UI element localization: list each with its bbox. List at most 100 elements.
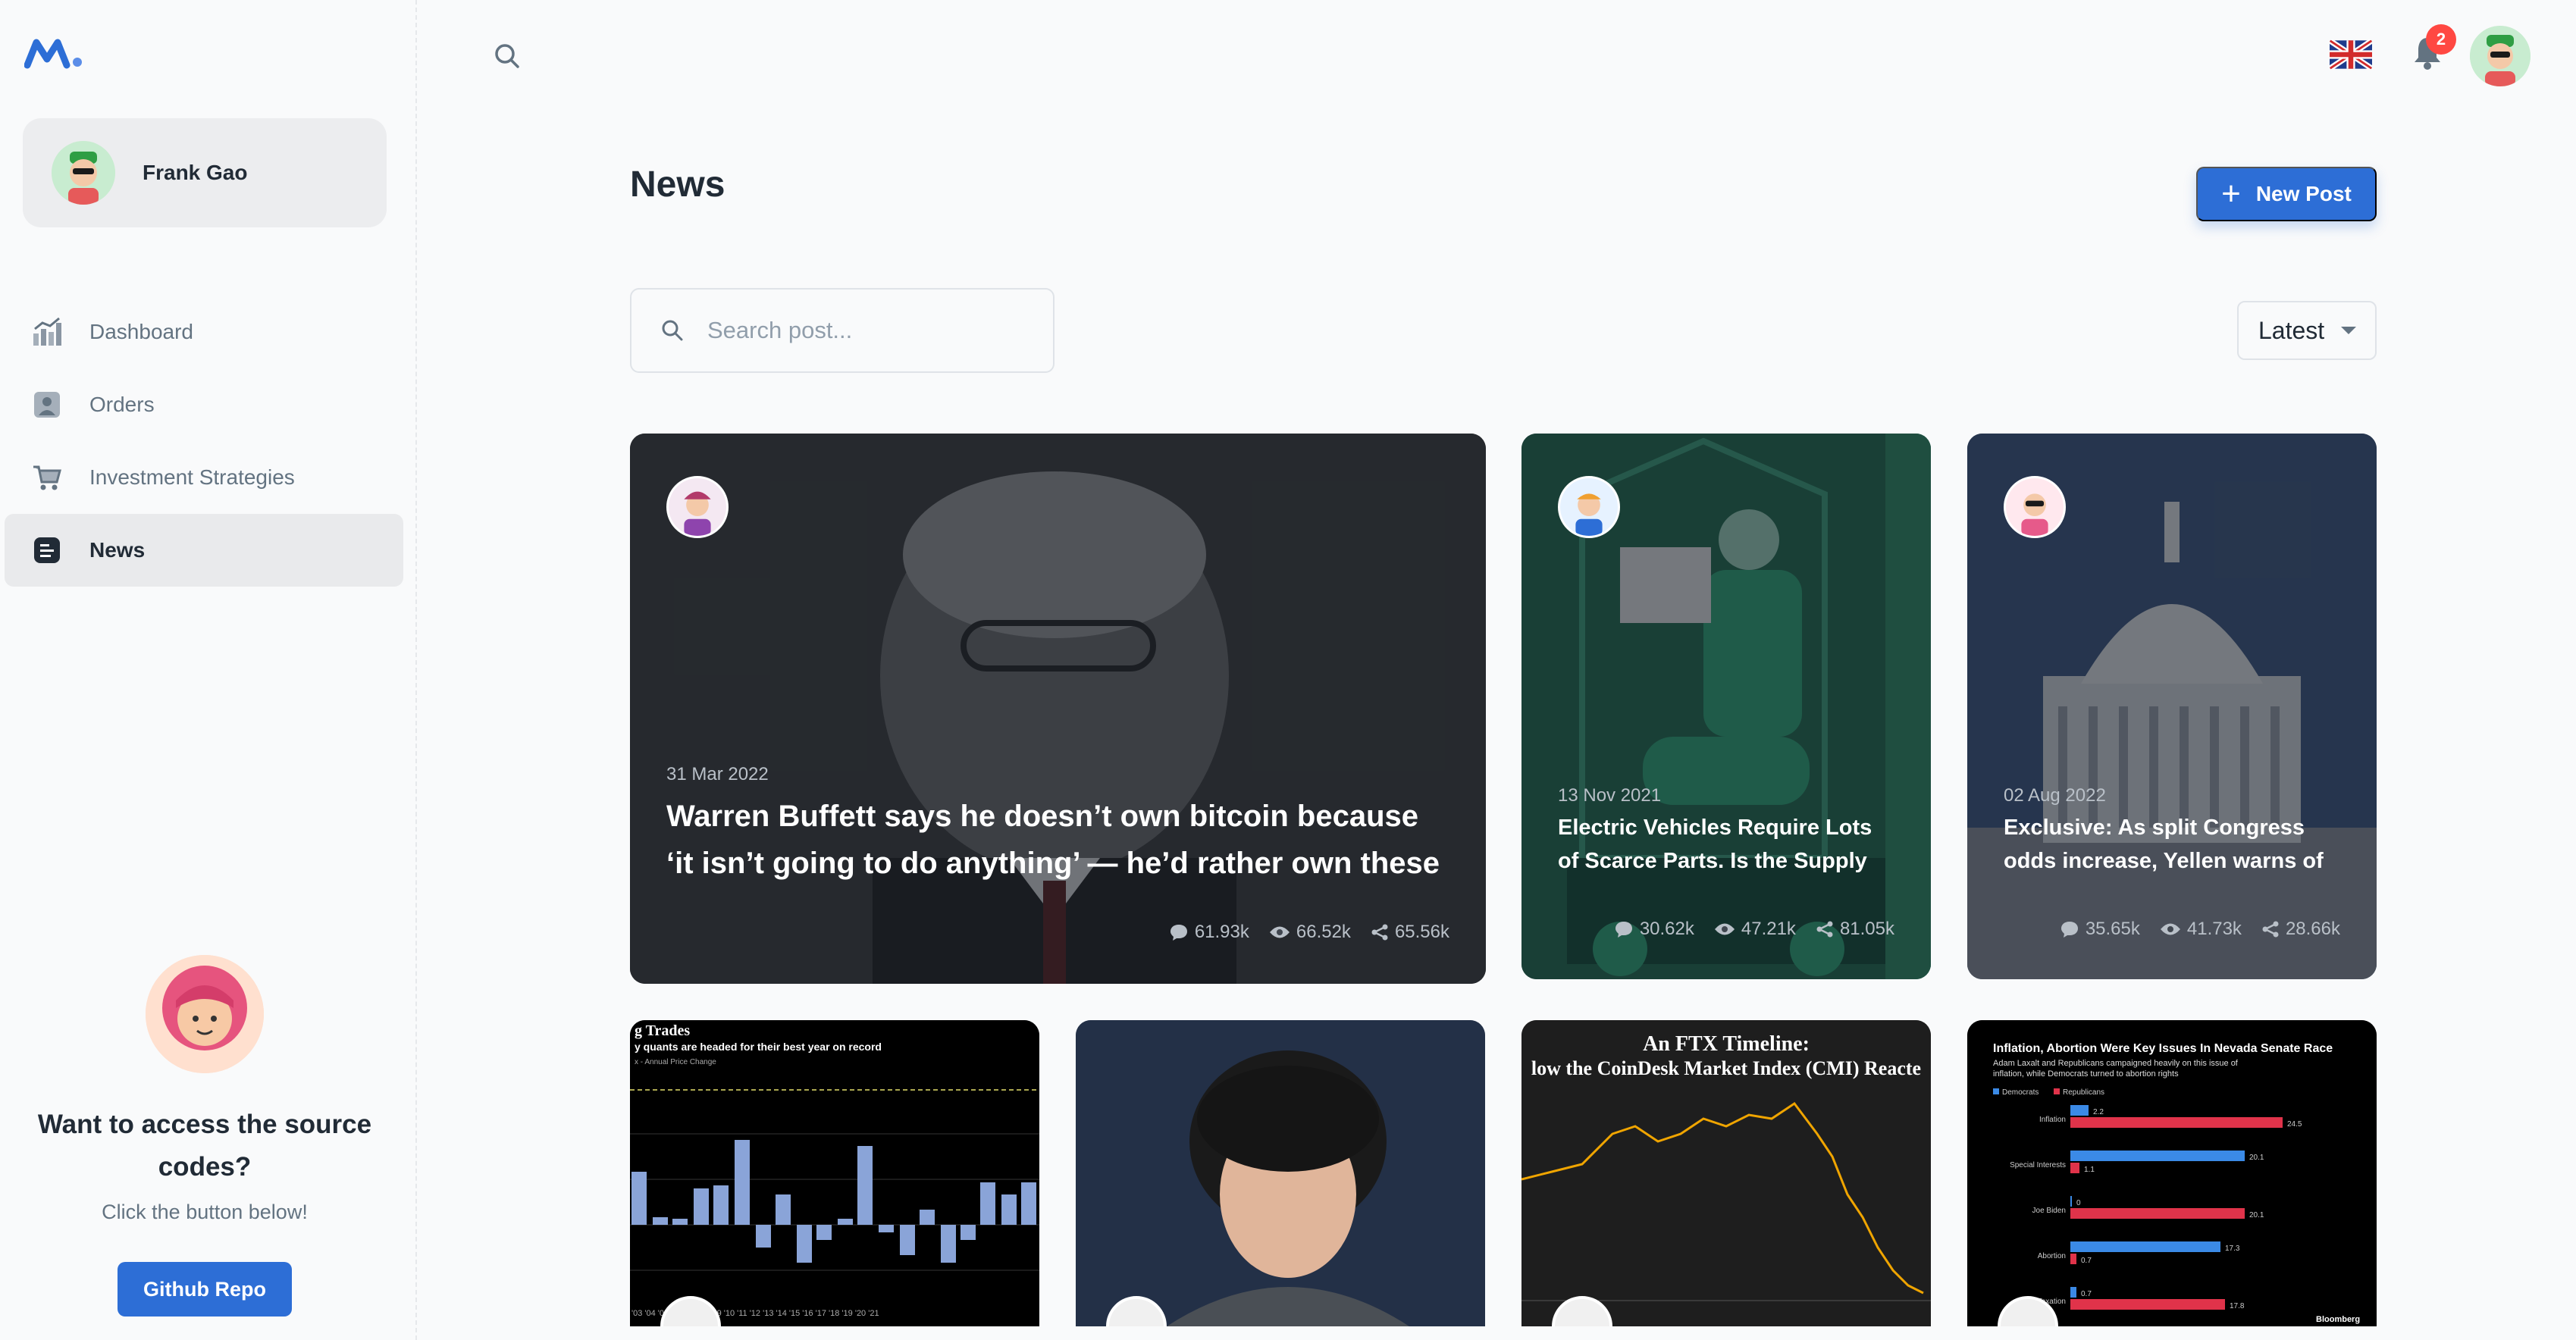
sidebar-item-label: Dashboard [89,320,193,343]
sidebar-item-label: News [89,538,146,562]
eye-icon [1714,923,1735,935]
svg-text:Adam Laxalt and Republicans ca: Adam Laxalt and Republicans campaigned h… [1993,1059,2239,1068]
news-icon [30,534,64,567]
account-card[interactable]: Frank Gao [23,118,387,227]
svg-text:low the CoinDesk Market Index: low the CoinDesk Market Index (CMI) Reac… [1531,1057,1921,1079]
sort-select[interactable]: Latest [2237,301,2377,360]
search-icon[interactable] [489,38,525,74]
search-icon [662,320,683,341]
post-date: 31 Mar 2022 [666,764,769,784]
svg-text:y quants are headed for their: y quants are headed for their best year … [635,1041,882,1053]
chevron-down-icon [2341,327,2357,334]
promo-section: Want to access the source codes? Click t… [0,946,409,1317]
svg-text:24.5: 24.5 [2287,1120,2302,1129]
post-date: 13 Nov 2021 [1558,785,1662,806]
github-repo-button[interactable]: Github Repo [118,1262,292,1317]
sidebar-item-label: Investment Strategies [89,465,295,489]
comments-stat: 30.62k [1614,919,1694,940]
post-card[interactable] [1076,1020,1485,1326]
post-date: 02 Aug 2022 [2004,785,2106,806]
sidebar-nav: Dashboard Orders Investment Strategies N… [5,296,403,587]
cart-icon [30,461,64,494]
sidebar: Frank Gao Dashboard Orders Investment St… [0,0,417,1340]
comment-icon [1615,922,1632,938]
post-stats: 61.93k 66.52k 65.56k [1169,922,1449,943]
post-card[interactable]: 02 Aug 2022 Exclusive: As split Congress… [1967,434,2377,979]
post-card-featured[interactable]: 31 Mar 2022 Warren Buffett says he doesn… [630,434,1486,984]
uk-flag-icon[interactable] [2330,39,2372,70]
share-icon [1816,921,1833,938]
shares-stat: 81.05k [1816,919,1894,940]
share-icon [1371,924,1388,941]
svg-text:20.1: 20.1 [2249,1211,2264,1219]
eye-icon [2160,923,2180,935]
sidebar-item-investment-strategies[interactable]: Investment Strategies [5,441,403,514]
views-stat: 47.21k [1714,919,1796,940]
post-card[interactable]: g Trades y quants are headed for their b… [630,1020,1039,1326]
post-stats: 30.62k 47.21k 81.05k [1614,919,1894,940]
search-box [630,288,1055,373]
account-name: Frank Gao [143,161,248,184]
comments-stat: 35.65k [2060,919,2140,940]
svg-text:17.3: 17.3 [2225,1245,2240,1253]
svg-text:Joe Biden: Joe Biden [2032,1207,2066,1215]
new-post-button[interactable]: + New Post [2196,167,2377,221]
svg-text:0.7: 0.7 [2081,1257,2092,1265]
chart-icon [30,315,64,349]
svg-text:inflation, while Democrats tur: inflation, while Democrats turned to abo… [1993,1069,2179,1079]
eye-icon [1269,926,1290,938]
svg-text:g Trades: g Trades [635,1022,690,1039]
comment-icon [2060,922,2078,938]
svg-text:Inflation, Abortion Were Key I: Inflation, Abortion Were Key Issues In N… [1993,1042,2333,1055]
plus-icon: + [2221,175,2241,212]
comments-stat: 61.93k [1169,922,1249,943]
user-icon [30,388,64,421]
post-card[interactable]: 13 Nov 2021 Electric Vehicles Require Lo… [1521,434,1931,979]
svg-text:Inflation: Inflation [2039,1116,2066,1124]
new-post-label: New Post [2255,182,2352,205]
svg-text:1.1: 1.1 [2084,1166,2095,1174]
sidebar-item-label: Orders [89,393,155,416]
page-title: News [630,164,725,205]
author-avatar [1558,476,1620,538]
svg-text:20.1: 20.1 [2249,1154,2264,1162]
sidebar-item-dashboard[interactable]: Dashboard [5,296,403,368]
post-title[interactable]: Warren Buffett says he doesn’t own bitco… [666,793,1449,887]
app-logo[interactable] [24,36,85,70]
svg-text:Special Interests: Special Interests [2010,1161,2066,1169]
views-stat: 66.52k [1269,922,1351,943]
shares-stat: 28.66k [2261,919,2340,940]
sort-value: Latest [2258,316,2325,344]
post-cover-image: g Trades y quants are headed for their b… [630,1020,1039,1326]
post-cover-image [1076,1020,1485,1326]
svg-text:Republicans: Republicans [2063,1088,2104,1097]
search-input[interactable] [707,317,1041,344]
sidebar-item-orders[interactable]: Orders [5,368,403,441]
svg-text:17.8: 17.8 [2230,1302,2245,1310]
post-card[interactable]: Inflation, Abortion Were Key Issues In N… [1967,1020,2377,1326]
svg-text:Abortion: Abortion [2038,1252,2066,1260]
promo-text: Click the button below! [102,1201,308,1223]
notification-badge: 2 [2426,24,2456,55]
shares-stat: 65.56k [1371,922,1449,943]
post-cover-image: Inflation, Abortion Were Key Issues In N… [1967,1020,2377,1326]
svg-text:0: 0 [2076,1199,2081,1207]
author-avatar [2004,476,2066,538]
sidebar-item-news[interactable]: News [5,514,403,587]
promo-heading: Want to access the source codes? [37,1110,372,1182]
svg-text:x - Annual Price Change: x - Annual Price Change [635,1058,716,1066]
post-title[interactable]: Electric Vehicles Require Lots of Scarce… [1558,811,1894,878]
author-avatar [666,476,729,538]
post-card[interactable]: An FTX Timeline: low the CoinDesk Market… [1521,1020,1931,1326]
share-icon [2262,921,2279,938]
comment-icon [1170,925,1187,941]
svg-text:0.7: 0.7 [2081,1290,2092,1298]
svg-text:2.2: 2.2 [2093,1108,2104,1116]
post-stats: 35.65k 41.73k 28.66k [2060,919,2340,940]
views-stat: 41.73k [2160,919,2242,940]
post-title[interactable]: Exclusive: As split Congress odds increa… [2004,811,2340,878]
post-cover-image: An FTX Timeline: low the CoinDesk Market… [1521,1020,1931,1326]
account-avatar [52,141,115,205]
svg-text:An FTX Timeline:: An FTX Timeline: [1643,1032,1810,1056]
avatar[interactable] [2470,26,2531,86]
